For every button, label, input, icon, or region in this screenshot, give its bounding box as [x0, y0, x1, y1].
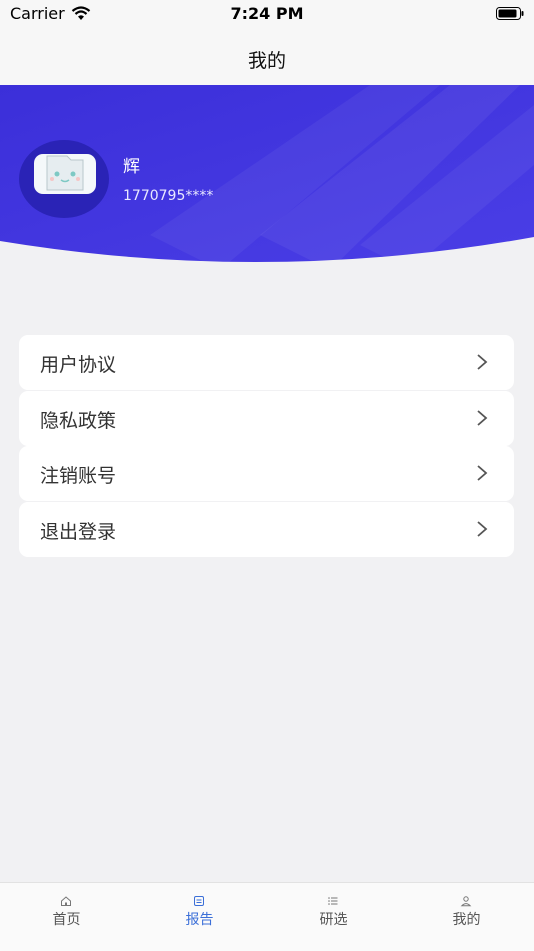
battery-icon — [496, 7, 524, 20]
chevron-right-icon — [477, 410, 488, 426]
tab-label: 我的 — [452, 912, 481, 928]
tab-report[interactable]: 报告 — [133, 883, 266, 933]
chevron-right-icon — [477, 465, 488, 481]
chevron-right-icon — [477, 354, 488, 370]
tab-mine[interactable]: 我的 — [400, 883, 533, 933]
menu-item-label: 隐私政策 — [40, 410, 117, 432]
menu-item-delete-account[interactable]: 注销账号 — [19, 446, 514, 501]
menu-item-logout[interactable]: 退出登录 — [19, 502, 514, 557]
navigation-bar: 我的 — [0, 28, 534, 86]
menu-item-privacy-policy[interactable]: 隐私政策 — [19, 391, 514, 446]
status-bar: Carrier 7:24 PM — [0, 0, 534, 28]
menu-item-user-agreement[interactable]: 用户协议 — [19, 335, 514, 390]
chevron-right-icon — [477, 521, 488, 537]
status-time: 7:24 PM — [230, 4, 304, 23]
tab-label: 报告 — [185, 912, 214, 928]
user-phone: 1770795**** — [123, 188, 214, 204]
user-icon — [460, 896, 472, 907]
user-name: 辉 — [123, 157, 140, 177]
tab-bar: 首页 报告 研选 我的 — [0, 882, 534, 951]
avatar-image — [34, 154, 96, 194]
tab-label: 研选 — [319, 912, 348, 928]
page-title: 我的 — [247, 50, 286, 72]
tab-home[interactable]: 首页 — [0, 883, 133, 933]
menu-item-label: 用户协议 — [40, 354, 117, 376]
menu-item-label: 退出登录 — [40, 521, 117, 543]
report-icon — [194, 896, 204, 906]
list-icon — [328, 897, 338, 905]
tab-label: 首页 — [52, 912, 81, 928]
menu-item-label: 注销账号 — [40, 465, 117, 487]
tab-selection[interactable]: 研选 — [267, 883, 400, 933]
home-icon — [61, 896, 71, 906]
